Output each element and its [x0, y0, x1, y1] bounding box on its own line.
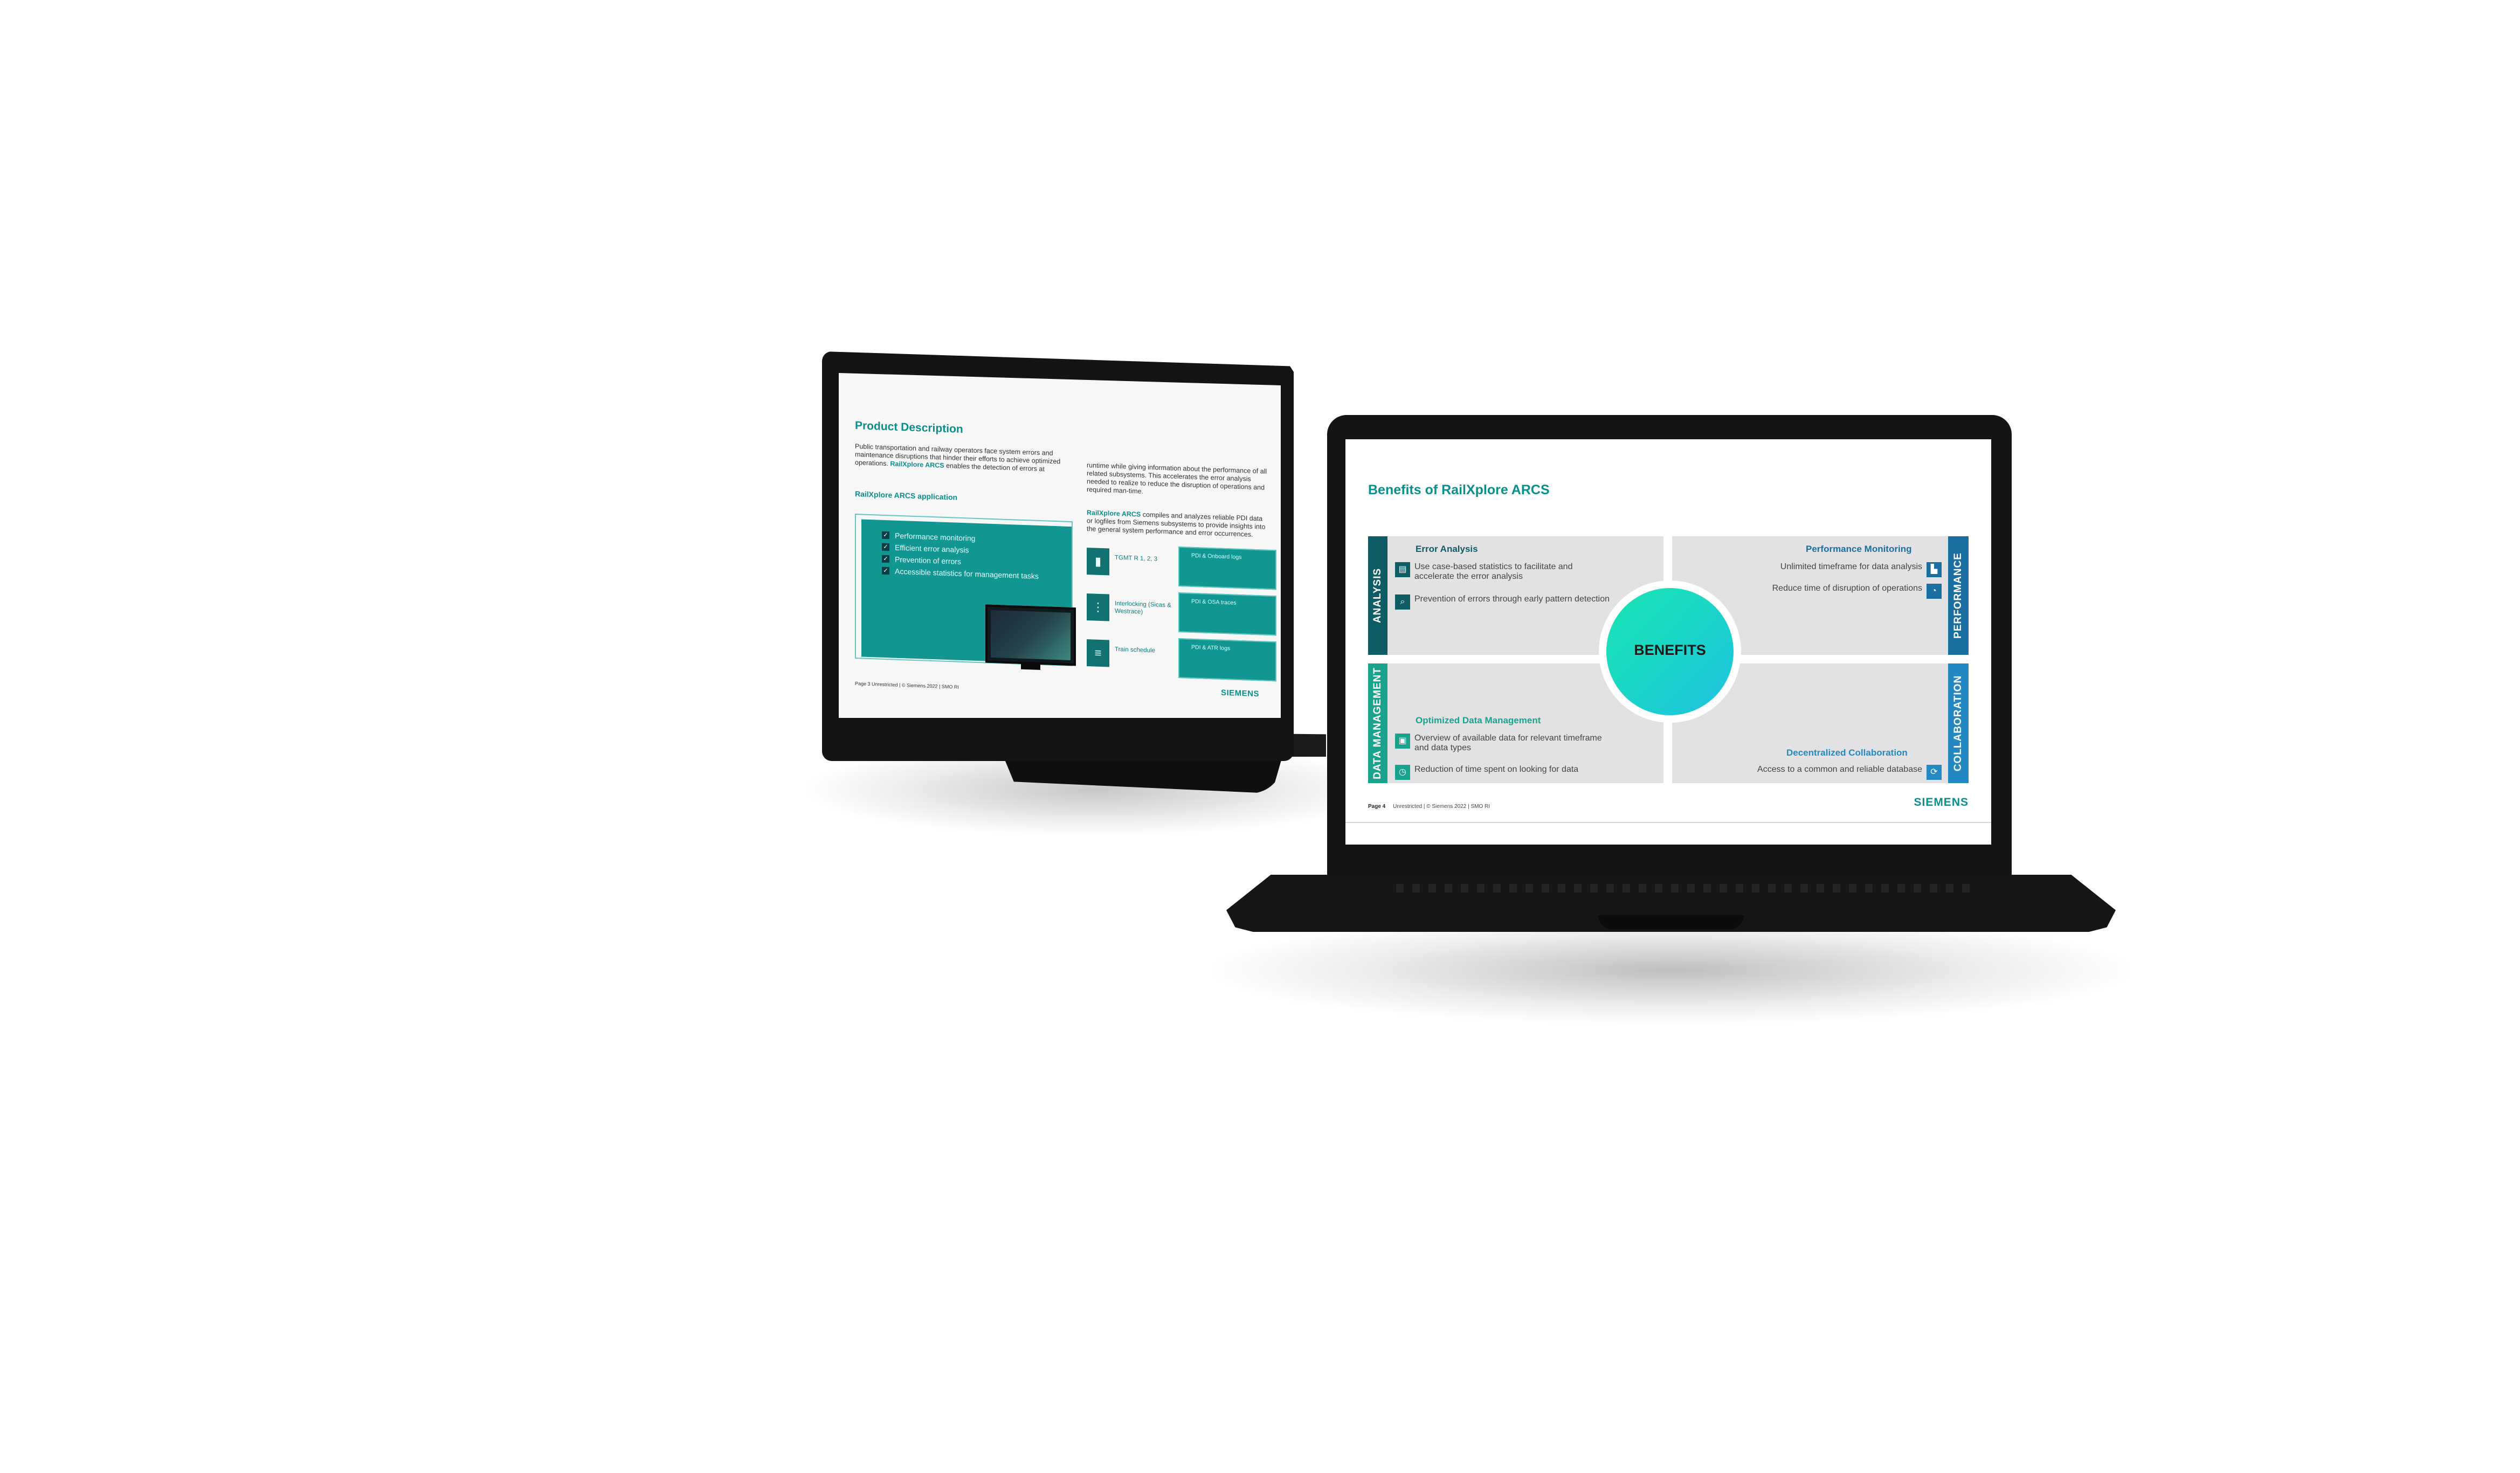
- product-description-intro: Public transportation and railway operat…: [855, 442, 1061, 473]
- checklist-item: ✓ Accessible statistics for management ta…: [882, 566, 1039, 580]
- source-row: ≡ Train schedule PDI & ATR logs: [1087, 635, 1276, 684]
- interlocking-icon: ⋮: [1087, 593, 1109, 621]
- benefit-item: Access to a common and reliable database…: [1701, 765, 1942, 780]
- error-analysis-heading: Error Analysis: [1416, 544, 1478, 554]
- band-data-management: DATA MANAGEMENT: [1368, 663, 1387, 783]
- source-row: ▮ TGMT R 1, 2, 3 PDI & Onboard logs: [1087, 543, 1276, 593]
- slide-divider: [1345, 822, 1991, 823]
- source-box: PDI & Onboard logs: [1178, 547, 1276, 590]
- application-title: RailXplore ARCS application: [855, 489, 958, 502]
- front-slide-footer: Page 4 Unrestricted | © Siemens 2022 | S…: [1368, 804, 1490, 810]
- checkbox-icon: ✓: [882, 543, 889, 551]
- magnifier-icon: ⌕: [1395, 594, 1410, 610]
- right-paragraph-2: RailXplore ARCS compiles and analyzes re…: [1087, 509, 1266, 538]
- source-row: ⋮ Interlocking (Sicas & Westrace) PDI & …: [1087, 589, 1276, 639]
- back-laptop-screen: Product Description Public transportatio…: [839, 373, 1281, 718]
- overview-icon: ▣: [1395, 734, 1410, 749]
- statistics-icon: ▤: [1395, 562, 1410, 577]
- gauge-icon: ◔: [1927, 584, 1942, 599]
- checklist-item: ✓ Efficient error analysis: [882, 543, 969, 554]
- collaboration-heading: Decentralized Collaboration: [1786, 748, 1908, 758]
- checkbox-icon: ✓: [882, 555, 889, 563]
- keyboard-edge: [1396, 884, 1978, 893]
- performance-monitoring-heading: Performance Monitoring: [1806, 544, 1912, 554]
- benefits-title: Benefits of RailXplore ARCS: [1368, 482, 1550, 497]
- product-description-title: Product Description: [855, 419, 963, 436]
- siemens-logo: SIEMENS: [1914, 796, 1969, 808]
- back-slide-footer: Page 3 Unrestricted | © Siemens 2022 | S…: [855, 681, 959, 690]
- trackpad-notch: [1598, 915, 1744, 929]
- band-analysis: ANALYSIS: [1368, 536, 1387, 655]
- train-icon: ▮: [1087, 548, 1109, 576]
- band-performance: PERFORMANCE: [1948, 536, 1969, 655]
- clock-icon: ◷: [1395, 765, 1410, 780]
- checkbox-icon: ✓: [882, 531, 889, 540]
- monitor-stand: [1021, 661, 1040, 670]
- benefits-circle: BENEFITS: [1606, 588, 1734, 715]
- front-laptop-shadow: [1213, 916, 2129, 1024]
- data-management-heading: Optimized Data Management: [1416, 715, 1541, 725]
- monitor-screen: [991, 610, 1071, 661]
- benefit-item: ▤ Use case-based statistics to facilitat…: [1395, 562, 1611, 582]
- source-box: PDI & ATR logs: [1178, 638, 1276, 682]
- benefit-item: ⌕ Prevention of errors through early pat…: [1395, 594, 1611, 610]
- benefit-item: Reduce time of disruption of operations …: [1723, 584, 1942, 599]
- schedule-icon: ≡: [1087, 639, 1109, 667]
- front-laptop-screen: Benefits of RailXplore ARCS ANALYSIS DAT…: [1345, 439, 1991, 845]
- factory-icon: ▙: [1927, 562, 1942, 577]
- checklist-item: ✓ Prevention of errors: [882, 555, 961, 566]
- right-paragraph: runtime while giving information about t…: [1087, 461, 1267, 495]
- benefit-item: ◷ Reduction of time spent on looking for…: [1395, 765, 1621, 780]
- monitor-illustration: [985, 604, 1076, 670]
- benefit-item: ▣ Overview of available data for relevan…: [1395, 734, 1611, 753]
- source-box: PDI & OSA traces: [1178, 592, 1276, 636]
- sync-icon: ⟳: [1927, 765, 1942, 780]
- checklist-item: ✓ Performance monitoring: [882, 531, 975, 543]
- band-collaboration: COLLABORATION: [1948, 663, 1969, 783]
- siemens-logo: SIEMENS: [1220, 688, 1259, 699]
- benefit-item: Unlimited timeframe for data analysis ▙: [1723, 562, 1942, 577]
- checkbox-icon: ✓: [882, 566, 889, 575]
